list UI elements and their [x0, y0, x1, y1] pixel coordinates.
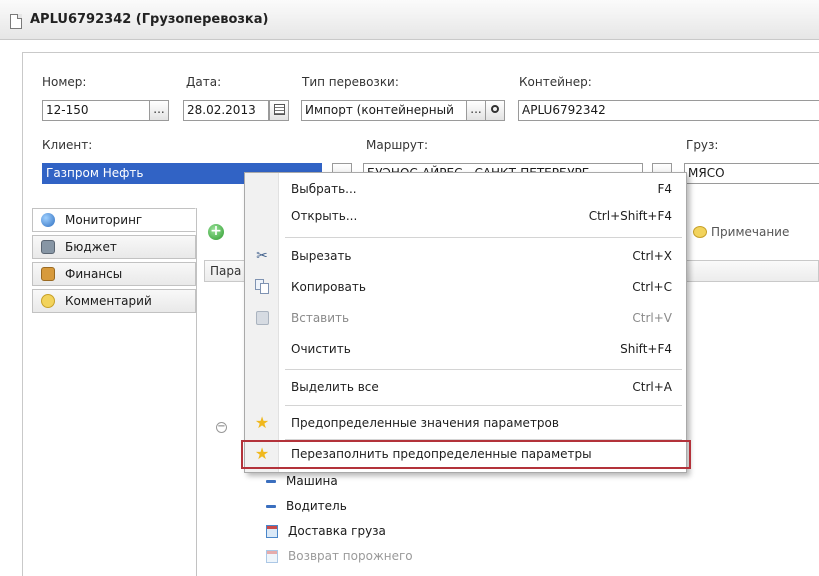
tree-item[interactable]: Водитель	[266, 499, 347, 513]
tab-comment[interactable]: Комментарий	[32, 289, 196, 313]
grid-header-param: Пара	[210, 264, 242, 278]
tab-finance-label: Финансы	[65, 267, 123, 281]
highlight-frame	[241, 440, 691, 469]
tip-perevozki-label: Тип перевозки:	[302, 75, 399, 89]
menu-item-shortcut: Ctrl+X	[632, 249, 672, 263]
menu-item-label: Вырезать	[291, 249, 352, 263]
tab-comment-label: Комментарий	[65, 294, 152, 308]
menu-item-copy[interactable]: Копировать Ctrl+C	[245, 276, 686, 298]
container-field[interactable]: APLU6792342	[518, 100, 819, 121]
note-button[interactable]: Примечание	[711, 225, 789, 239]
nomer-select-button[interactable]: ...	[149, 100, 169, 121]
finance-icon	[41, 267, 55, 281]
tab-budget-label: Бюджет	[65, 240, 117, 254]
menu-item-shortcut: Shift+F4	[620, 342, 672, 356]
dash-icon	[266, 479, 276, 483]
nomer-field[interactable]: 12-150	[42, 100, 150, 121]
nomer-label: Номер:	[42, 75, 87, 89]
tip-perevozki-field[interactable]: Импорт (контейнерный	[301, 100, 467, 121]
menu-item-label: Выбрать...	[291, 182, 357, 196]
dash-icon	[266, 504, 276, 508]
tab-monitoring[interactable]: Мониторинг	[32, 208, 196, 232]
calendar-button[interactable]	[269, 100, 289, 121]
tip-search-button[interactable]	[485, 100, 505, 121]
menu-item-shortcut: F4	[657, 182, 672, 196]
star-icon: ★	[254, 413, 270, 432]
tree-item[interactable]: Возврат порожнего	[266, 549, 413, 563]
copy-icon	[253, 279, 271, 295]
context-menu: Выбрать... F4 Открыть... Ctrl+Shift+F4 ✂…	[244, 172, 687, 473]
tree-item-label: Доставка груза	[288, 524, 386, 538]
menu-item-clear[interactable]: Очистить Shift+F4	[245, 338, 686, 360]
note-icon	[693, 226, 707, 238]
container-label: Контейнер:	[519, 75, 592, 89]
menu-item-shortcut: Ctrl+V	[632, 311, 672, 325]
tree-item-label: Возврат порожнего	[288, 549, 413, 563]
tree-item[interactable]: Машина	[266, 474, 338, 488]
window-titlebar: APLU6792342 (Грузоперевозка)	[0, 0, 819, 40]
calendar-icon	[266, 524, 278, 538]
menu-item-open[interactable]: Открыть... Ctrl+Shift+F4	[245, 205, 686, 227]
route-label: Маршрут:	[366, 138, 429, 152]
cargo-field[interactable]: МЯСО	[684, 163, 819, 184]
menu-item-cut[interactable]: ✂ Вырезать Ctrl+X	[245, 245, 686, 267]
menu-item-shortcut: Ctrl+A	[632, 380, 672, 394]
menu-separator	[285, 369, 682, 370]
paste-icon	[253, 310, 271, 326]
date-field[interactable]: 28.02.2013	[183, 100, 269, 121]
calendar-icon	[273, 104, 285, 115]
menu-item-select-all[interactable]: Выделить все Ctrl+A	[245, 376, 686, 398]
tab-budget[interactable]: Бюджет	[32, 235, 196, 259]
scissors-icon: ✂	[256, 248, 268, 264]
menu-item-label: Открыть...	[291, 209, 358, 223]
tree-item-label: Водитель	[286, 499, 347, 513]
window-title: APLU6792342 (Грузоперевозка)	[30, 12, 269, 27]
menu-item-paste[interactable]: Вставить Ctrl+V	[245, 307, 686, 329]
collapse-icon[interactable]: −	[216, 422, 227, 433]
calendar-icon	[266, 549, 278, 563]
menu-item-label: Вставить	[291, 311, 350, 325]
tip-select-button[interactable]: ...	[466, 100, 486, 121]
menu-separator	[285, 237, 682, 238]
cargo-label: Груз:	[686, 138, 719, 152]
menu-item-label: Выделить все	[291, 380, 379, 394]
menu-item-select[interactable]: Выбрать... F4	[245, 178, 686, 200]
menu-item-predefined-values[interactable]: ★ Предопределенные значения параметров	[245, 412, 686, 434]
document-icon	[10, 14, 22, 29]
menu-item-shortcut: Ctrl+Shift+F4	[588, 209, 672, 223]
tree-item-label: Машина	[286, 474, 338, 488]
search-icon	[491, 105, 499, 113]
globe-icon	[41, 213, 55, 227]
menu-item-label: Очистить	[291, 342, 351, 356]
tree-item[interactable]: Доставка груза	[266, 524, 386, 538]
menu-separator	[285, 405, 682, 406]
tab-monitoring-label: Мониторинг	[65, 213, 143, 227]
menu-item-label: Предопределенные значения параметров	[291, 416, 559, 430]
menu-item-shortcut: Ctrl+C	[632, 280, 672, 294]
tab-finance[interactable]: Финансы	[32, 262, 196, 286]
tabs-divider	[196, 208, 197, 576]
data-label: Дата:	[186, 75, 222, 89]
menu-item-label: Копировать	[291, 280, 366, 294]
calculator-icon	[41, 240, 55, 254]
add-icon[interactable]: +	[208, 224, 224, 240]
speech-bubble-icon	[41, 294, 55, 308]
client-label: Клиент:	[42, 138, 93, 152]
